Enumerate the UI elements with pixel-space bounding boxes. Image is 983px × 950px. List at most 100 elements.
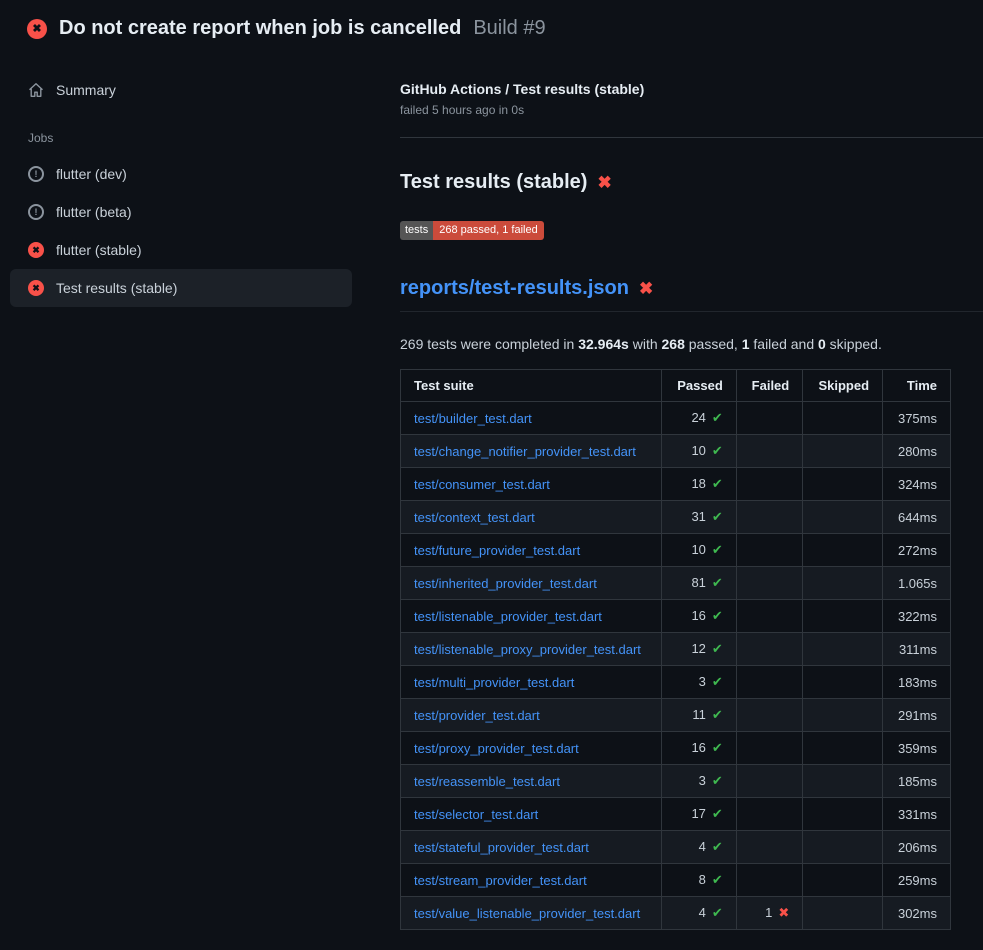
summary-segment: 0 — [818, 336, 826, 352]
table-row: test/provider_test.dart11✔291ms — [401, 699, 951, 732]
summary-segment: 1 — [742, 336, 750, 352]
table-header-row: Test suitePassedFailedSkippedTime — [401, 370, 951, 402]
suite-cell: test/multi_provider_test.dart — [401, 666, 662, 699]
suite-cell: test/context_test.dart — [401, 501, 662, 534]
suite-cell: test/provider_test.dart — [401, 699, 662, 732]
passed-cell: 31✔ — [662, 501, 737, 534]
skipped-cell — [803, 732, 883, 765]
suite-link[interactable]: test/future_provider_test.dart — [414, 543, 580, 558]
layout: Summary Jobs !flutter (dev)!flutter (bet… — [0, 53, 983, 930]
table-row: test/stream_provider_test.dart8✔259ms — [401, 864, 951, 897]
time-cell: 206ms — [883, 831, 951, 864]
jobs-heading: Jobs — [0, 109, 400, 155]
passed-cell: 10✔ — [662, 435, 737, 468]
results-table: Test suitePassedFailedSkippedTime test/b… — [400, 369, 951, 930]
report-link[interactable]: reports/test-results.json — [400, 277, 629, 300]
passed-count: 8 — [699, 872, 706, 887]
passed-cell: 3✔ — [662, 765, 737, 798]
time-cell: 359ms — [883, 732, 951, 765]
sidebar-item-job[interactable]: ✖Test results (stable) — [10, 269, 352, 307]
passed-count: 17 — [691, 806, 705, 821]
passed-count: 16 — [691, 740, 705, 755]
suite-cell: test/inherited_provider_test.dart — [401, 567, 662, 600]
table-row: test/value_listenable_provider_test.dart… — [401, 897, 951, 930]
section-title: Test results (stable) ✖ — [400, 171, 983, 194]
passed-count: 18 — [691, 476, 705, 491]
time-cell: 322ms — [883, 600, 951, 633]
passed-cell: 18 ✔ — [662, 468, 737, 501]
suite-link[interactable]: test/selector_test.dart — [414, 807, 538, 822]
breadcrumb: GitHub Actions / Test results (stable) — [400, 81, 983, 97]
skipped-cell — [803, 402, 883, 435]
skipped-cell — [803, 468, 883, 501]
sidebar-item-job[interactable]: !flutter (dev) — [10, 155, 352, 193]
suite-cell: test/value_listenable_provider_test.dart — [401, 897, 662, 930]
passed-count: 16 — [691, 608, 705, 623]
sidebar-item-label: flutter (stable) — [56, 242, 142, 258]
suite-link[interactable]: test/stream_provider_test.dart — [414, 873, 587, 888]
skipped-cell — [803, 534, 883, 567]
failed-x-icon: ✖ — [639, 280, 653, 297]
failed-cell — [736, 402, 802, 435]
time-cell: 259ms — [883, 864, 951, 897]
pass-check-icon: ✔ — [712, 476, 723, 491]
pass-check-icon: ✔ — [712, 905, 723, 920]
suite-link[interactable]: test/inherited_provider_test.dart — [414, 576, 597, 591]
suite-cell: test/builder_test.dart — [401, 402, 662, 435]
column-header: Failed — [736, 370, 802, 402]
table-row: test/builder_test.dart24✔375ms — [401, 402, 951, 435]
suite-link[interactable]: test/consumer_test.dart — [414, 477, 550, 492]
pass-check-icon: ✔ — [712, 773, 723, 788]
passed-count: 11 — [692, 707, 706, 722]
passed-cell: 81✔ — [662, 567, 737, 600]
suite-link[interactable]: test/provider_test.dart — [414, 708, 540, 723]
divider — [400, 137, 983, 138]
summary-segment: failed and — [750, 336, 819, 352]
table-row: test/reassemble_test.dart3✔185ms — [401, 765, 951, 798]
summary-segment: 269 tests were completed in — [400, 336, 578, 352]
time-cell: 183ms — [883, 666, 951, 699]
suite-link[interactable]: test/multi_provider_test.dart — [414, 675, 574, 690]
alert-circle-icon: ! — [28, 204, 44, 220]
suite-link[interactable]: test/listenable_proxy_provider_test.dart — [414, 642, 641, 657]
suite-link[interactable]: test/change_notifier_provider_test.dart — [414, 444, 636, 459]
passed-count: 3 — [699, 773, 706, 788]
suite-link[interactable]: test/value_listenable_provider_test.dart — [414, 906, 640, 921]
suite-link[interactable]: test/reassemble_test.dart — [414, 774, 560, 789]
time-cell: 272ms — [883, 534, 951, 567]
suite-link[interactable]: test/builder_test.dart — [414, 411, 532, 426]
suite-link[interactable]: test/listenable_provider_test.dart — [414, 609, 602, 624]
failed-cell — [736, 534, 802, 567]
suite-link[interactable]: test/context_test.dart — [414, 510, 535, 525]
time-cell: 1.065s — [883, 567, 951, 600]
section-title-text: Test results (stable) — [400, 171, 587, 194]
suite-link[interactable]: test/stateful_provider_test.dart — [414, 840, 589, 855]
failed-cell — [736, 864, 802, 897]
table-row: test/stateful_provider_test.dart4✔206ms — [401, 831, 951, 864]
skipped-cell — [803, 501, 883, 534]
table-row: test/inherited_provider_test.dart 81✔ 1.06… — [401, 567, 951, 600]
passed-cell: 10✔ — [662, 534, 737, 567]
table-row: test/change_notifier_provider_test.dart 1… — [401, 435, 951, 468]
passed-cell: 16✔ — [662, 600, 737, 633]
column-header: Skipped — [803, 370, 883, 402]
skipped-cell — [803, 897, 883, 930]
skipped-cell — [803, 600, 883, 633]
suite-link[interactable]: test/proxy_provider_test.dart — [414, 741, 579, 756]
pass-check-icon: ✔ — [712, 575, 723, 590]
summary-segment: with — [629, 336, 662, 352]
skipped-cell — [803, 567, 883, 600]
pass-check-icon: ✔ — [712, 740, 723, 755]
failed-cell — [736, 831, 802, 864]
passed-count: 3 — [699, 674, 706, 689]
sidebar-item-summary[interactable]: Summary — [10, 71, 352, 109]
sidebar-item-job[interactable]: !flutter (beta) — [10, 193, 352, 231]
sidebar-item-job[interactable]: ✖ flutter (stable) — [10, 231, 352, 269]
x-circle-icon: ✖ — [28, 242, 44, 258]
skipped-cell — [803, 435, 883, 468]
suite-cell: test/consumer_test.dart — [401, 468, 662, 501]
summary-segment: skipped. — [826, 336, 882, 352]
skipped-cell — [803, 699, 883, 732]
failed-cell — [736, 666, 802, 699]
failed-cell — [736, 633, 802, 666]
